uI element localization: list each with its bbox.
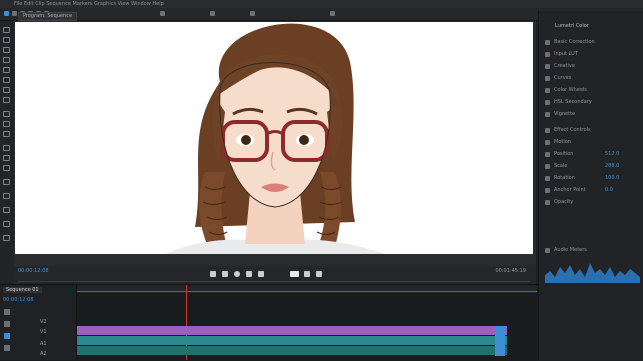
audio-clip[interactable] <box>77 336 507 345</box>
clip-end-marker[interactable] <box>495 326 505 356</box>
wheel-icon <box>545 88 550 93</box>
home-icon[interactable] <box>12 11 17 16</box>
tool-icon[interactable] <box>160 11 165 16</box>
zoom-tool-icon[interactable] <box>3 111 10 117</box>
audio-icon <box>545 248 550 253</box>
panel-row[interactable]: Basic Correction <box>545 39 640 46</box>
fx-icon <box>545 128 550 133</box>
mark-in-icon[interactable] <box>210 271 216 277</box>
stopwatch-icon <box>545 164 550 169</box>
tool-icon[interactable] <box>4 309 10 315</box>
lut-icon <box>545 52 550 57</box>
video-clip[interactable] <box>77 326 507 335</box>
motion-icon <box>545 140 550 145</box>
panel-row[interactable]: Anchor Point 0.0 <box>545 187 640 194</box>
curves-icon <box>545 76 550 81</box>
app-title: File Edit Clip Sequence Markers Graphics… <box>14 1 164 7</box>
fx-icon <box>545 100 550 105</box>
panel-title: Lumetri Color <box>555 23 589 29</box>
audio-clip[interactable] <box>77 346 507 355</box>
hand-tool-icon[interactable] <box>3 87 10 93</box>
panel-row[interactable]: Input LUT <box>545 51 640 58</box>
eyedropper-tool-icon[interactable] <box>3 179 10 185</box>
stopwatch-icon <box>545 176 550 181</box>
opacity-icon <box>545 200 550 205</box>
illustrated-woman-portrait <box>165 23 385 254</box>
brush-tool-icon[interactable] <box>3 155 10 161</box>
selection-tool-icon[interactable] <box>3 27 10 33</box>
panel-row[interactable]: Scale 288.0 <box>545 163 640 170</box>
transport-controls: 00:00:12:08 00:01:45:19 <box>14 266 536 284</box>
work-area-bar[interactable] <box>77 291 537 292</box>
panel-row[interactable]: Rotation 100.0 <box>545 175 640 182</box>
panel-row: Audio Meters <box>545 247 640 254</box>
insert-icon[interactable] <box>290 271 299 277</box>
razor-tool-icon[interactable] <box>3 57 10 63</box>
track-label: V1 <box>40 329 47 335</box>
panel-row[interactable]: Vignette <box>545 111 640 118</box>
tab-program[interactable]: Program: Sequence <box>18 12 78 21</box>
panel-row[interactable]: Curves <box>545 75 640 82</box>
color-swatch-icon[interactable] <box>3 207 10 213</box>
crop-tool-icon[interactable] <box>3 145 10 151</box>
menu-bar: File Edit Clip Sequence Markers Graphics… <box>0 0 643 8</box>
scrub-bar[interactable] <box>18 281 530 282</box>
tool-icon[interactable] <box>330 11 335 16</box>
time-ruler[interactable] <box>77 285 537 293</box>
track-label: V2 <box>40 319 47 325</box>
mark-out-icon[interactable] <box>258 271 264 277</box>
step-back-icon[interactable] <box>222 271 228 277</box>
fx-icon <box>545 40 550 45</box>
stopwatch-icon <box>545 188 550 193</box>
track-select-icon[interactable] <box>3 37 10 43</box>
export-frame-icon[interactable] <box>316 271 322 277</box>
effects-panel: Lumetri Color Basic Correction Input LUT… <box>538 11 643 360</box>
lock-icon[interactable] <box>4 321 10 327</box>
slip-tool-icon[interactable] <box>3 67 10 73</box>
panel-row[interactable]: HSL Secondary <box>545 99 640 106</box>
fx-icon <box>545 112 550 117</box>
video-frame[interactable] <box>15 22 533 254</box>
track-headers: Sequence 01 00:00:12:08 V2 V1 A1 A2 <box>0 285 77 360</box>
swap-colors-icon[interactable] <box>3 221 10 227</box>
sequence-duration: 00:01:45:19 <box>495 268 526 274</box>
ellipse-tool-icon[interactable] <box>3 131 10 137</box>
fx-icon <box>545 64 550 69</box>
panel-row[interactable]: Creative <box>545 63 640 70</box>
track-label: A2 <box>40 351 47 357</box>
panel-row[interactable]: Effect Controls <box>545 127 640 134</box>
eye-icon[interactable] <box>4 345 10 351</box>
rectangle-tool-icon[interactable] <box>3 121 10 127</box>
panel-row[interactable]: Opacity <box>545 199 640 206</box>
tool-icon[interactable] <box>250 11 255 16</box>
panel-row[interactable]: Color Wheels <box>545 87 640 94</box>
timeline-timecode: 00:00:12:08 <box>3 297 34 303</box>
grid-tool-icon[interactable] <box>3 235 10 241</box>
audio-waveform <box>545 263 640 283</box>
app-logo-icon <box>4 11 9 16</box>
play-icon[interactable] <box>234 271 240 277</box>
type-tool-icon[interactable] <box>3 97 10 103</box>
tools-panel <box>0 21 15 283</box>
track-label: A1 <box>40 341 47 347</box>
tool-icon[interactable] <box>210 11 215 16</box>
panel-row[interactable]: Position 512.0 <box>545 151 640 158</box>
stopwatch-icon <box>545 152 550 157</box>
tab-sequence[interactable]: Sequence 01 <box>3 287 42 293</box>
pen-tool-icon[interactable] <box>3 77 10 83</box>
ripple-edit-icon[interactable] <box>3 47 10 53</box>
target-icon[interactable] <box>4 333 10 339</box>
overwrite-icon[interactable] <box>304 271 310 277</box>
mask-tool-icon[interactable] <box>3 193 10 199</box>
step-forward-icon[interactable] <box>246 271 252 277</box>
panel-row[interactable]: Motion <box>545 139 640 146</box>
playhead-timecode: 00:00:12:08 <box>18 268 49 274</box>
eraser-tool-icon[interactable] <box>3 165 10 171</box>
